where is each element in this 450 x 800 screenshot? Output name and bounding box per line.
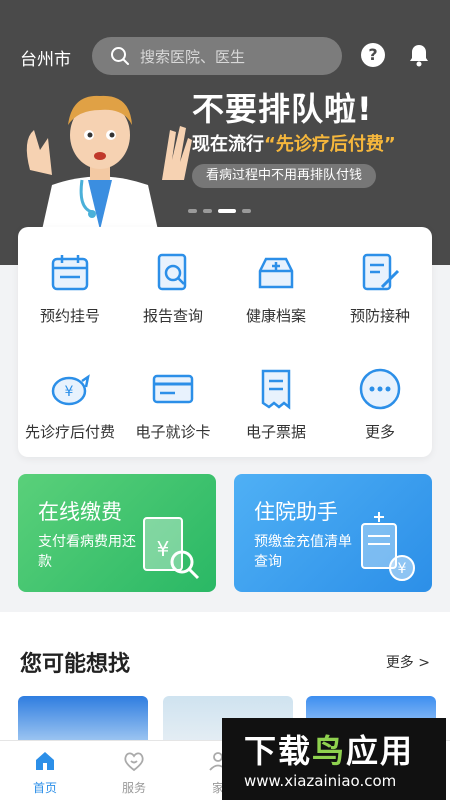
tab-label: 首页 xyxy=(32,781,57,795)
grid-item-e-receipt[interactable]: 电子票据 xyxy=(224,367,328,442)
search-icon xyxy=(111,47,129,65)
watermark-url: www.xiazainiao.com xyxy=(244,772,397,790)
banner-subtitle: 现在流行“先诊疗后付费” xyxy=(192,130,396,156)
svg-text:¥: ¥ xyxy=(65,384,74,400)
hospital-list-icon: ¥ xyxy=(361,512,415,581)
card-subtitle: 预缴金充值清单查询 xyxy=(254,534,352,570)
bell-icon[interactable] xyxy=(406,42,432,68)
hero-banner[interactable]: 台州市 搜索医院、医生 ? 不要排队啦! 现在流行“先诊疗后付费” 看病过程中不… xyxy=(0,0,450,265)
watermark-brand-a: 下载 xyxy=(244,732,313,770)
card-subtitle: 支付看病费用还款 xyxy=(38,534,136,570)
grid-item-label: 先诊疗后付费 xyxy=(24,423,115,441)
receipt-icon xyxy=(261,369,291,410)
piggy-bank-icon: ¥ xyxy=(51,374,90,406)
help-icon[interactable]: ? xyxy=(361,43,385,67)
more-icon xyxy=(359,368,401,410)
tab-label: 服务 xyxy=(121,781,146,795)
calendar-icon xyxy=(51,255,89,291)
grid-item-vaccine[interactable]: 预防接种 xyxy=(328,251,432,326)
home-icon xyxy=(36,752,54,770)
banner-line-prefix: 现在流行 xyxy=(192,134,264,155)
svg-text:¥: ¥ xyxy=(398,561,407,577)
grid-item-label: 预约挂号 xyxy=(39,307,100,325)
service-grid: 预约挂号 报告查询 健康档案 预防接种 ¥ 先诊疗后付费 电子就诊卡 电子票据 … xyxy=(18,227,432,457)
grid-item-label: 健康档案 xyxy=(245,307,306,325)
grid-item-label: 更多 xyxy=(364,423,395,441)
grid-item-more[interactable]: 更多 xyxy=(328,367,432,442)
grid-item-label: 电子票据 xyxy=(245,423,306,441)
watermark-brand: 下载鸟应用 xyxy=(244,726,414,772)
grid-item-label: 报告查询 xyxy=(142,307,203,325)
card-title: 住院助手 xyxy=(254,500,338,524)
hospital-thumbnail[interactable] xyxy=(18,696,148,746)
grid-item-report[interactable]: 报告查询 xyxy=(121,251,225,326)
carousel-dot[interactable] xyxy=(242,209,251,213)
tab-service[interactable]: 服务 xyxy=(104,749,164,796)
search-placeholder: 搜索医院、医生 xyxy=(140,47,246,66)
card-icon xyxy=(152,374,194,404)
svg-text:¥: ¥ xyxy=(157,537,170,561)
grid-item-label: 预防接种 xyxy=(349,307,410,325)
payment-document-icon: ¥ xyxy=(143,517,200,580)
section-title: 您可能想找 xyxy=(20,652,131,677)
carousel-indicator[interactable] xyxy=(188,209,251,213)
doctor-illustration xyxy=(26,95,192,230)
online-payment-card[interactable]: 在线缴费 支付看病费用还款 ¥ xyxy=(18,474,216,592)
banner-title: 不要排队啦! xyxy=(192,90,373,128)
grid-item-e-card[interactable]: 电子就诊卡 xyxy=(121,367,225,442)
section-more-link[interactable]: 更多 > xyxy=(386,652,430,672)
hospital-assistant-card[interactable]: 住院助手 预缴金充值清单查询 ¥ xyxy=(234,474,432,592)
report-search-icon xyxy=(157,253,187,291)
carousel-dot[interactable] xyxy=(203,209,212,213)
health-archive-icon xyxy=(258,257,294,289)
watermark-brand-c: 应用 xyxy=(346,732,415,770)
carousel-dot-active[interactable] xyxy=(218,209,236,213)
banner-line-highlight: “先诊疗后付费” xyxy=(264,134,396,155)
site-watermark: 下载鸟应用 www.xiazainiao.com xyxy=(222,718,446,800)
city-selector[interactable]: 台州市 xyxy=(20,45,71,70)
tab-home[interactable]: 首页 xyxy=(15,749,75,796)
vaccine-icon xyxy=(362,253,400,291)
carousel-dot[interactable] xyxy=(188,209,197,213)
card-title: 在线缴费 xyxy=(38,500,122,524)
service-icon xyxy=(124,752,144,772)
search-input[interactable]: 搜索医院、医生 xyxy=(92,37,342,75)
banner-pill: 看病过程中不用再排队付钱 xyxy=(192,164,377,188)
watermark-brand-b: 鸟 xyxy=(312,732,347,770)
grid-item-health-archive[interactable]: 健康档案 xyxy=(224,251,328,326)
grid-item-pay-later[interactable]: ¥ 先诊疗后付费 xyxy=(18,367,122,442)
grid-item-appointment[interactable]: 预约挂号 xyxy=(18,251,122,326)
grid-item-label: 电子就诊卡 xyxy=(135,423,211,441)
